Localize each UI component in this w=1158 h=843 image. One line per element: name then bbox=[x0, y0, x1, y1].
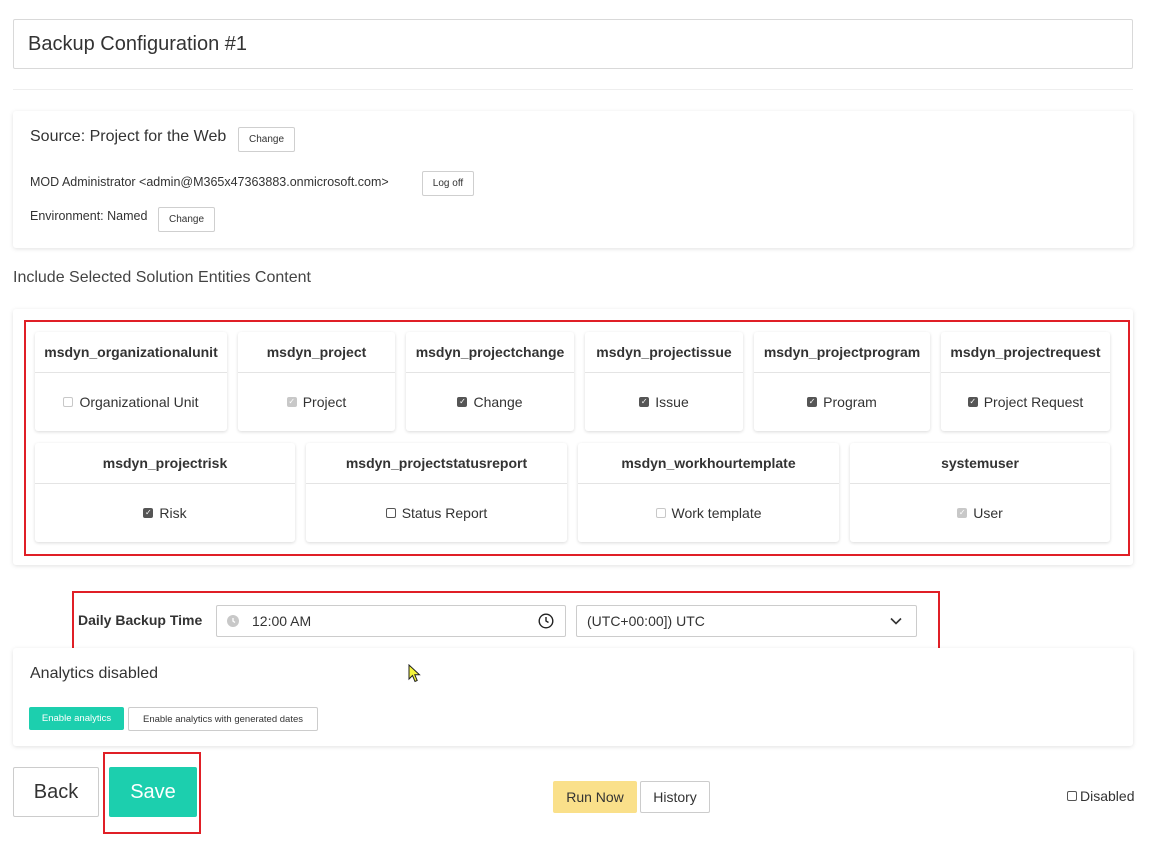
save-button[interactable]: Save bbox=[109, 767, 197, 817]
timezone-select[interactable]: (UTC+00:00]) UTC bbox=[576, 605, 917, 637]
entities-heading: Include Selected Solution Entities Conte… bbox=[13, 269, 311, 286]
entity-checkbox bbox=[655, 508, 666, 518]
clock-icon bbox=[227, 615, 239, 627]
entity-option[interactable]: Status Report bbox=[306, 484, 567, 542]
enable-analytics-generated-dates-button[interactable]: Enable analytics with generated dates bbox=[128, 707, 318, 731]
entity-name: msdyn_projectprogram bbox=[754, 332, 930, 373]
entity-tile: msdyn_projectrisk ✓ Risk bbox=[35, 443, 295, 542]
analytics-status: Analytics disabled bbox=[30, 665, 159, 682]
divider bbox=[13, 89, 1133, 90]
entity-label: Program bbox=[823, 394, 877, 410]
entity-name: msdyn_projectstatusreport bbox=[306, 443, 567, 484]
entity-label: Project Request bbox=[983, 394, 1084, 410]
entity-label: Project bbox=[302, 394, 347, 410]
analytics-card bbox=[13, 648, 1133, 746]
entity-option[interactable]: ✓ Program bbox=[754, 373, 930, 431]
entity-option[interactable]: ✓ Risk bbox=[35, 484, 295, 542]
entity-tile: msdyn_projectprogram ✓ Program bbox=[754, 332, 930, 431]
entity-name: msdyn_workhourtemplate bbox=[578, 443, 839, 484]
entity-label: Organizational Unit bbox=[79, 394, 199, 410]
entity-option: Organizational Unit bbox=[35, 373, 227, 431]
entity-name: msdyn_projectchange bbox=[406, 332, 574, 373]
source-label: Source: Project for the Web bbox=[30, 128, 227, 145]
entity-tile: msdyn_organizationalunit Organizational U… bbox=[35, 332, 227, 431]
log-off-button[interactable]: Log off bbox=[422, 171, 474, 196]
disabled-label: Disabled bbox=[1080, 788, 1135, 804]
environment-text: Environment: Named bbox=[30, 209, 148, 223]
history-button[interactable]: History bbox=[640, 781, 710, 813]
entity-label: Work template bbox=[671, 505, 762, 521]
entity-tile: msdyn_projectchange ✓ Change bbox=[406, 332, 574, 431]
entity-label: Risk bbox=[159, 505, 187, 521]
timezone-value: (UTC+00:00]) UTC bbox=[587, 613, 705, 629]
disabled-toggle[interactable]: Disabled bbox=[1067, 788, 1134, 804]
entity-option[interactable]: ✓ Project Request bbox=[941, 373, 1110, 431]
entity-option[interactable]: ✓ Change bbox=[406, 373, 574, 431]
time-input[interactable]: 12:00 AM bbox=[216, 605, 566, 637]
entity-checkbox[interactable]: ✓ bbox=[967, 397, 978, 407]
entity-checkbox[interactable] bbox=[385, 508, 396, 518]
time-value: 12:00 AM bbox=[252, 613, 312, 629]
back-button[interactable]: Back bbox=[13, 767, 99, 817]
entity-tile: msdyn_projectstatusreport Status Report bbox=[306, 443, 567, 542]
run-now-button[interactable]: Run Now bbox=[553, 781, 637, 813]
entity-checkbox: ✓ bbox=[286, 397, 297, 407]
entity-checkbox[interactable]: ✓ bbox=[807, 397, 818, 407]
chevron-down-icon bbox=[890, 617, 902, 625]
entity-tile: msdyn_project ✓ Project bbox=[238, 332, 395, 431]
entity-tile: msdyn_projectissue ✓ Issue bbox=[585, 332, 743, 431]
entity-option: ✓ Project bbox=[238, 373, 395, 431]
entity-label: User bbox=[973, 505, 1003, 521]
change-source-button[interactable]: Change bbox=[238, 127, 295, 152]
entity-checkbox[interactable]: ✓ bbox=[143, 508, 154, 518]
entity-label: Change bbox=[473, 394, 523, 410]
entity-checkbox bbox=[63, 397, 74, 407]
mouse-pointer-icon bbox=[408, 663, 421, 688]
entity-name: systemuser bbox=[850, 443, 1110, 484]
entity-name: msdyn_organizationalunit bbox=[35, 332, 227, 373]
enable-analytics-button[interactable]: Enable analytics bbox=[29, 707, 124, 730]
entity-checkbox[interactable]: ✓ bbox=[457, 397, 468, 407]
entity-name: msdyn_project bbox=[238, 332, 395, 373]
entity-option[interactable]: ✓ Issue bbox=[585, 373, 743, 431]
entity-name: msdyn_projectrisk bbox=[35, 443, 295, 484]
entity-checkbox: ✓ bbox=[957, 508, 968, 518]
entity-tile: msdyn_workhourtemplate Work template bbox=[578, 443, 839, 542]
disabled-checkbox[interactable] bbox=[1067, 791, 1077, 801]
entity-label: Issue bbox=[655, 394, 689, 410]
entity-name: msdyn_projectrequest bbox=[941, 332, 1110, 373]
entity-option: ✓ User bbox=[850, 484, 1110, 542]
change-environment-button[interactable]: Change bbox=[158, 207, 215, 232]
entity-tile: msdyn_projectrequest ✓ Project Request bbox=[941, 332, 1110, 431]
entity-tile: systemuser ✓ User bbox=[850, 443, 1110, 542]
account-text: MOD Administrator <admin@M365x47363883.o… bbox=[30, 175, 389, 189]
clock-icon[interactable] bbox=[538, 613, 554, 629]
entity-name: msdyn_projectissue bbox=[585, 332, 743, 373]
entity-label: Status Report bbox=[401, 505, 488, 521]
daily-backup-time-label: Daily Backup Time bbox=[78, 612, 203, 628]
entity-checkbox[interactable]: ✓ bbox=[639, 397, 650, 407]
configuration-title-input[interactable] bbox=[13, 19, 1133, 69]
entity-option: Work template bbox=[578, 484, 839, 542]
